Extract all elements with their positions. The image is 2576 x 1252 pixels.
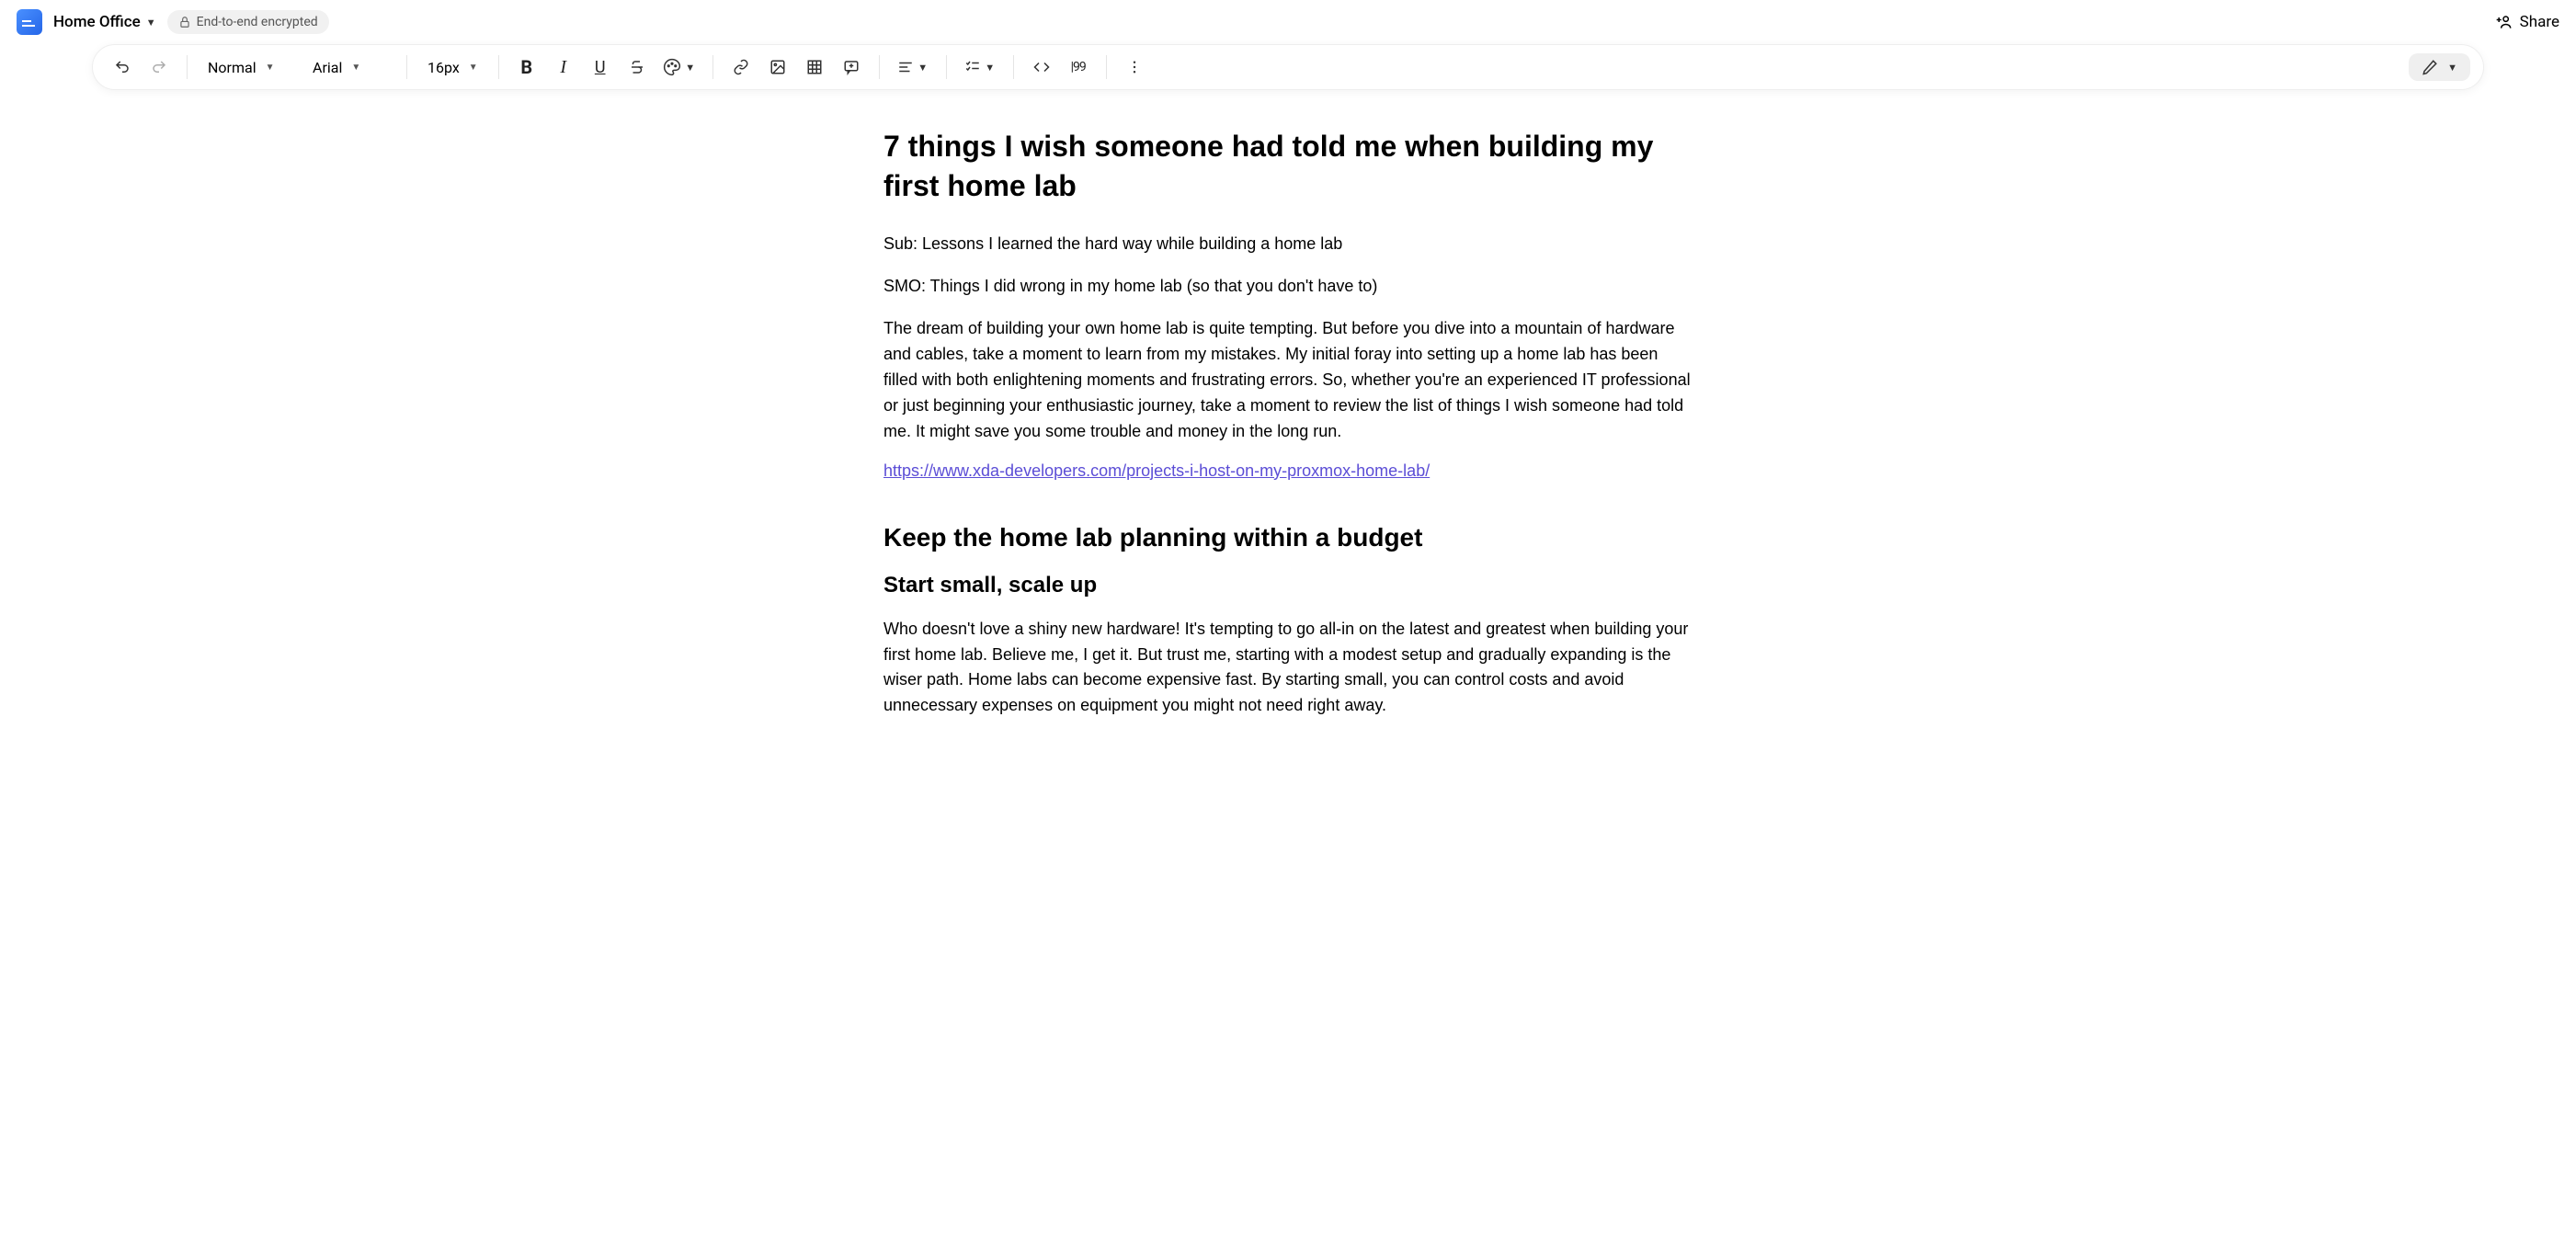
doc-intro-paragraph[interactable]: The dream of building your own home lab … (883, 316, 1693, 444)
image-icon (769, 59, 786, 75)
redo-icon (151, 59, 167, 75)
lock-icon (178, 16, 191, 28)
more-vertical-icon (1126, 59, 1143, 75)
document-title-dropdown[interactable]: Home Office ▼ (53, 13, 156, 31)
share-button[interactable]: Share (2495, 13, 2559, 31)
checklist-icon (964, 59, 981, 75)
share-label: Share (2520, 13, 2559, 31)
code-icon (1032, 59, 1051, 75)
table-button[interactable] (798, 51, 831, 84)
doc-title-h1[interactable]: 7 things I wish someone had told me when… (883, 127, 1693, 206)
doc-subsection-heading[interactable]: Start small, scale up (883, 573, 1693, 598)
strikethrough-icon (629, 59, 645, 75)
doc-smo-line[interactable]: SMO: Things I did wrong in my home lab (… (883, 274, 1693, 300)
app-icon[interactable] (17, 9, 42, 35)
doc-reference-link[interactable]: https://www.xda-developers.com/projects-… (883, 461, 1430, 481)
font-family-value: Arial (313, 59, 342, 76)
font-family-select[interactable]: Arial ▼ (303, 51, 395, 84)
text-color-button[interactable]: ▼ (657, 51, 701, 84)
pencil-icon (2422, 59, 2438, 75)
font-size-select[interactable]: 16px ▼ (418, 51, 487, 84)
image-button[interactable] (761, 51, 794, 84)
underline-button[interactable]: U (584, 51, 617, 84)
encryption-label: End-to-end encrypted (197, 15, 318, 29)
redo-button[interactable] (142, 51, 176, 84)
share-icon (2495, 13, 2513, 31)
font-size-value: 16px (427, 59, 460, 76)
document-body[interactable]: 7 things I wish someone had told me when… (865, 127, 1711, 791)
checklist-button[interactable]: ▼ (958, 51, 1002, 84)
chevron-down-icon: ▼ (266, 63, 275, 73)
chevron-down-icon: ▼ (469, 63, 478, 73)
paragraph-style-value: Normal (208, 59, 256, 76)
comment-button[interactable] (835, 51, 868, 84)
align-left-icon (897, 59, 914, 75)
more-button[interactable] (1118, 51, 1151, 84)
chevron-down-icon: ▼ (685, 62, 695, 74)
top-bar: Home Office ▼ End-to-end encrypted Share (0, 0, 2576, 44)
document-title-text: Home Office (53, 13, 141, 31)
doc-section-heading[interactable]: Keep the home lab planning within a budg… (883, 523, 1693, 552)
encryption-badge[interactable]: End-to-end encrypted (167, 10, 329, 34)
link-icon (733, 59, 749, 75)
doc-sub-line[interactable]: Sub: Lessons I learned the hard way whil… (883, 232, 1693, 257)
italic-button[interactable]: I (547, 51, 580, 84)
comment-icon (843, 59, 860, 75)
align-button[interactable]: ▼ (891, 51, 935, 84)
edit-mode-button[interactable]: ▼ (2409, 53, 2470, 81)
code-button[interactable] (1025, 51, 1058, 84)
chevron-down-icon: ▼ (2447, 62, 2457, 74)
chevron-down-icon: ▼ (146, 17, 156, 28)
chevron-down-icon: ▼ (985, 62, 995, 74)
undo-button[interactable] (106, 51, 139, 84)
word-count-button[interactable]: |99 (1062, 51, 1095, 84)
paragraph-style-select[interactable]: Normal ▼ (199, 51, 300, 84)
strikethrough-button[interactable] (621, 51, 654, 84)
bold-button[interactable]: B (510, 51, 543, 84)
doc-paragraph[interactable]: Who doesn't love a shiny new hardware! I… (883, 617, 1693, 720)
undo-icon (114, 59, 131, 75)
link-button[interactable] (724, 51, 758, 84)
chevron-down-icon: ▼ (918, 62, 928, 74)
toolbar: Normal ▼ Arial ▼ 16px ▼ B I U ▼ (92, 44, 2484, 90)
chevron-down-icon: ▼ (351, 63, 360, 73)
table-icon (806, 59, 823, 75)
palette-icon (663, 58, 681, 76)
top-bar-left: Home Office ▼ End-to-end encrypted (17, 9, 329, 35)
